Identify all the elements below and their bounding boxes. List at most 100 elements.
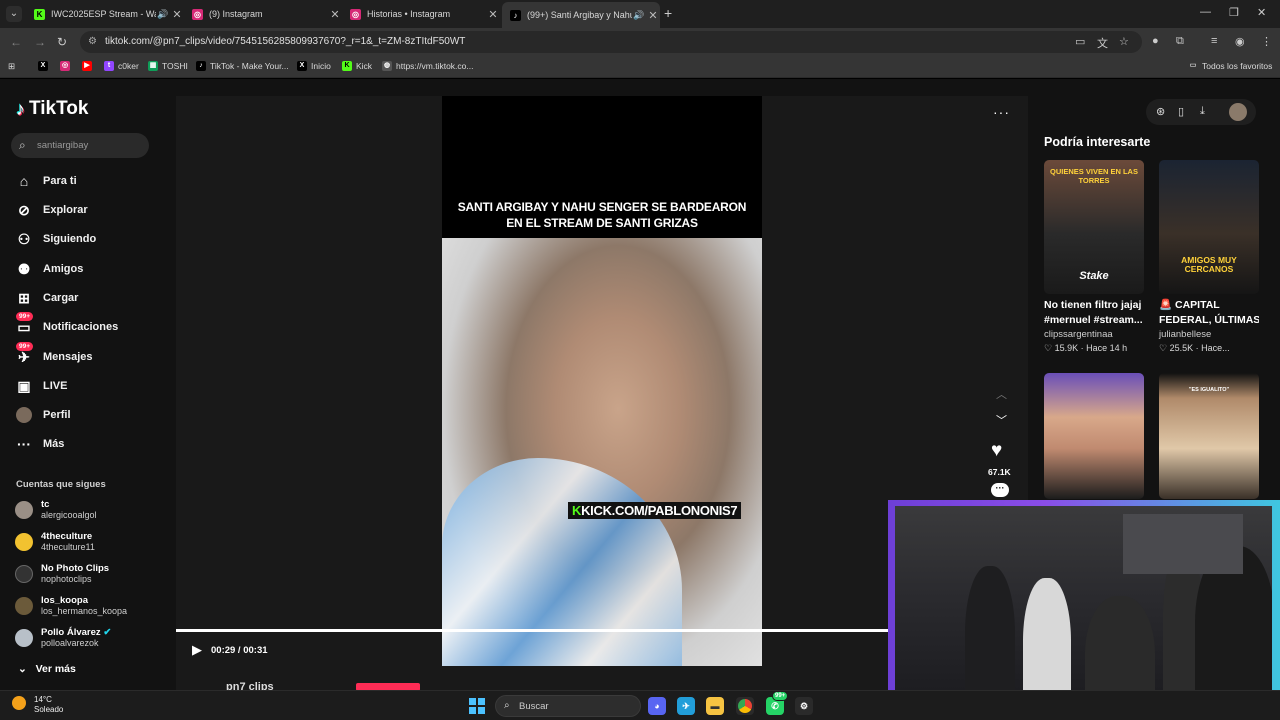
close-tab-icon[interactable]: ✕ bbox=[328, 8, 342, 21]
tab-search-button[interactable]: ⌄ bbox=[6, 6, 22, 22]
see-more-button[interactable]: ⌄ Ver más bbox=[18, 663, 76, 675]
bookmark[interactable]: ◎ bbox=[60, 61, 74, 71]
chrome-icon[interactable] bbox=[736, 697, 754, 715]
following-account[interactable]: tc alergicooalgol bbox=[15, 497, 97, 523]
previous-video-icon[interactable]: ︿ bbox=[996, 386, 1007, 402]
sidebar-item-mensajes[interactable]: ✈ 99+ Mensajes bbox=[16, 342, 93, 368]
upload-icon: ⊞ bbox=[18, 290, 30, 306]
coins-icon[interactable]: ⊛ bbox=[1156, 105, 1165, 118]
video-frame bbox=[442, 238, 762, 666]
site-info-icon[interactable]: ⚙ bbox=[88, 36, 97, 47]
search-input[interactable]: ⌕ santiargibay bbox=[11, 133, 149, 158]
reload-icon[interactable]: ↻ bbox=[57, 35, 67, 49]
file-explorer-icon[interactable]: ▬ bbox=[706, 697, 724, 715]
discord-icon[interactable]: ◕ bbox=[648, 697, 666, 715]
browser-toolbar: ← → ↻ ⚙ tiktok.com/@pn7_clips/video/7545… bbox=[0, 28, 1280, 56]
next-video-icon[interactable]: ﹀ bbox=[996, 412, 1007, 428]
new-tab-icon[interactable]: + bbox=[664, 5, 672, 21]
bookmark[interactable]: X bbox=[38, 61, 52, 71]
sidebar-item-siguiendo[interactable]: ⚇ Siguiendo bbox=[16, 228, 96, 250]
all-bookmarks[interactable]: ▭ Todos los favoritos bbox=[1188, 61, 1273, 71]
video-progress-bar[interactable] bbox=[176, 629, 888, 632]
search-icon: ⌕ bbox=[504, 700, 510, 711]
back-icon[interactable]: ← bbox=[10, 35, 22, 49]
sidebar-item-para-ti[interactable]: ⌂ Para ti bbox=[16, 170, 77, 192]
chrome-menu-icon[interactable]: ⋮ bbox=[1261, 35, 1272, 48]
folder-icon: ▭ bbox=[1189, 62, 1197, 69]
speaker-icon[interactable]: 🔊 bbox=[632, 10, 646, 21]
taskbar-search[interactable]: ⌕ Buscar bbox=[495, 695, 641, 717]
sidebar-item-perfil[interactable]: Perfil bbox=[16, 404, 71, 426]
device-icon[interactable]: ▯ bbox=[1178, 105, 1184, 118]
bookmark[interactable]: t c0ker bbox=[104, 61, 139, 71]
download-icon[interactable]: ⤓ bbox=[1200, 105, 1205, 118]
browser-tab-active[interactable]: ♪ (99+) Santi Argibay y Nahu... 🔊 ✕ bbox=[502, 2, 660, 28]
tab-title: Historias • Instagram bbox=[367, 9, 451, 19]
bookmark[interactable]: K Kick bbox=[342, 61, 372, 71]
play-icon[interactable]: ▶ bbox=[192, 642, 202, 658]
extensions-puzzle-icon[interactable]: ⧉ bbox=[1176, 35, 1184, 48]
sidebar-item-notificaciones[interactable]: ▭ 99+ Notificaciones bbox=[16, 312, 118, 338]
video-thumbnail: AMIGOS MUY CERCANOS bbox=[1159, 160, 1259, 294]
following-account[interactable]: No Photo Clips nophotoclips bbox=[15, 561, 109, 587]
sidebar-item-live[interactable]: ▣ LIVE bbox=[16, 375, 67, 397]
weather-widget[interactable]: 14°C Soleado bbox=[34, 695, 63, 715]
extension-icon[interactable]: ● bbox=[1152, 35, 1159, 47]
following-account[interactable]: 4theculture 4theculture11 bbox=[15, 529, 95, 555]
following-account[interactable]: los_koopa los_hermanos_koopa bbox=[15, 593, 127, 619]
more-options-icon[interactable]: ··· bbox=[993, 104, 1010, 120]
browser-tab[interactable]: ◎ (9) Instagram ✕ bbox=[184, 2, 342, 26]
forward-icon[interactable]: → bbox=[34, 35, 46, 49]
comment-icon[interactable]: ··· bbox=[991, 483, 1009, 497]
close-tab-icon[interactable]: ✕ bbox=[170, 8, 184, 21]
bookmark[interactable]: ◍ https://vm.tiktok.co... bbox=[382, 61, 473, 71]
address-bar[interactable]: ⚙ tiktok.com/@pn7_clips/video/7545156285… bbox=[80, 31, 1142, 53]
suggested-video[interactable] bbox=[1044, 373, 1144, 499]
search-icon: ⌕ bbox=[19, 138, 26, 152]
translate-icon[interactable]: 文 bbox=[1097, 35, 1108, 51]
telegram-icon[interactable]: ✈ bbox=[677, 697, 695, 715]
user-avatar[interactable] bbox=[1229, 103, 1247, 121]
bookmark-star-icon[interactable]: ☆ bbox=[1119, 35, 1129, 48]
tiktok-logo[interactable]: ♪ TikTok bbox=[16, 98, 88, 120]
profile-avatar-icon[interactable]: ◉ bbox=[1235, 35, 1245, 48]
more-icon: ··· bbox=[17, 436, 31, 452]
notification-badge: 99+ bbox=[16, 312, 34, 321]
suggested-video[interactable]: "ES IGUALITO" bbox=[1159, 373, 1259, 499]
suggested-video[interactable]: AMIGOS MUY CERCANOS 🚨 CAPITAL FEDERAL, Ú… bbox=[1159, 160, 1259, 354]
sidebar-item-mas[interactable]: ··· Más bbox=[16, 433, 64, 455]
close-window-icon[interactable]: ✕ bbox=[1257, 6, 1266, 19]
kick-icon: K bbox=[342, 61, 352, 71]
windows-start-icon[interactable] bbox=[469, 698, 485, 714]
weather-sun-icon[interactable] bbox=[12, 696, 26, 710]
apps-grid-icon[interactable]: ⊞ bbox=[8, 61, 15, 72]
sidebar-item-explorar[interactable]: ⊘ Explorar bbox=[16, 199, 88, 221]
sidebar-item-amigos[interactable]: ⚉ Amigos bbox=[16, 258, 84, 280]
webcam-overlay bbox=[888, 500, 1280, 720]
app-icon[interactable]: ⚙ bbox=[795, 697, 813, 715]
chevron-down-icon: ⌄ bbox=[18, 663, 27, 675]
minimize-icon[interactable]: — bbox=[1200, 6, 1211, 18]
suggested-video[interactable]: QUIENES VIVEN EN LAS TORRES Stake No tie… bbox=[1044, 160, 1144, 354]
close-tab-icon[interactable]: ✕ bbox=[486, 8, 500, 21]
browser-tab[interactable]: ◎ Historias • Instagram ✕ bbox=[342, 2, 500, 26]
cast-icon[interactable]: ▭ bbox=[1075, 35, 1085, 48]
whatsapp-icon[interactable]: ✆ 99+ bbox=[766, 691, 789, 715]
close-tab-icon[interactable]: ✕ bbox=[646, 9, 660, 22]
bookmark[interactable]: ▦ TOSHI bbox=[148, 61, 188, 71]
browser-tab[interactable]: K IWC2025ESP Stream - Wat... 🔊 ✕ bbox=[26, 2, 184, 26]
reading-list-icon[interactable]: ≡ bbox=[1211, 35, 1217, 47]
x-icon: X bbox=[38, 61, 48, 71]
following-account[interactable]: Pollo Álvarez ✔ polloalvarezok bbox=[15, 625, 111, 651]
bookmark[interactable]: ♪ TikTok - Make Your... bbox=[196, 61, 289, 71]
live-icon: ▣ bbox=[17, 378, 31, 394]
bookmark[interactable]: X Inicio bbox=[297, 61, 331, 71]
like-icon[interactable]: ♥ bbox=[991, 440, 1002, 462]
windows-taskbar: 14°C Soleado ⌕ Buscar ◕ ✈ ▬ ✆ 99+ ⚙ bbox=[0, 690, 1280, 720]
bookmark[interactable]: ▶ bbox=[82, 61, 96, 71]
speaker-icon[interactable]: 🔊 bbox=[156, 9, 170, 20]
suggestions-title: Podría interesarte bbox=[1044, 135, 1151, 149]
video-player[interactable]: SANTI ARGIBAY Y NAHU SENGER SE BARDEARON… bbox=[442, 96, 762, 666]
sidebar-item-cargar[interactable]: ⊞ Cargar bbox=[16, 287, 78, 309]
restore-icon[interactable]: ❐ bbox=[1229, 6, 1239, 19]
